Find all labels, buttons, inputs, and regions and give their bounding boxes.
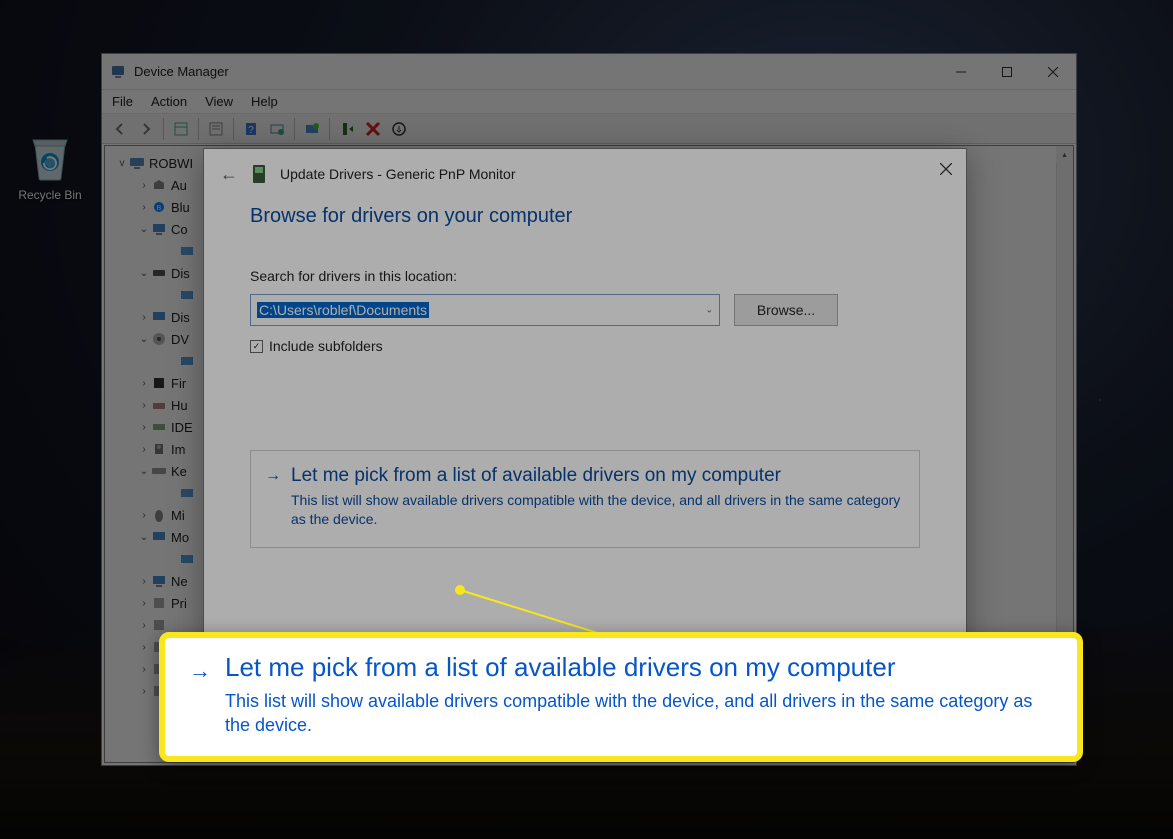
arrow-right-icon: → bbox=[189, 652, 211, 742]
annotation-callout: → Let me pick from a list of available d… bbox=[159, 632, 1083, 762]
callout-description: This list will show available drivers co… bbox=[225, 689, 1053, 738]
callout-title: Let me pick from a list of available dri… bbox=[225, 652, 1053, 683]
